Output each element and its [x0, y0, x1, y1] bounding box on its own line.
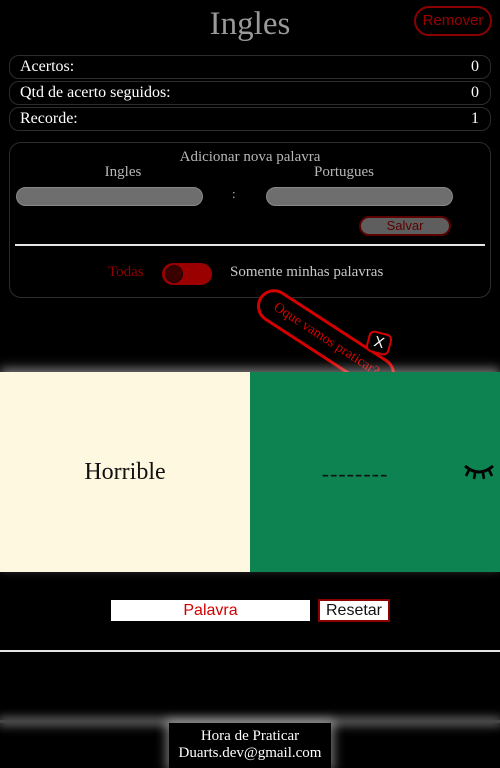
remove-button[interactable]: Remover	[414, 6, 492, 36]
stat-label: Qtd de acerto seguidos:	[20, 84, 171, 101]
stat-row-record: Recorde: 1	[9, 107, 491, 131]
portuguese-input[interactable]	[266, 187, 453, 206]
hidden-translation: --------	[321, 461, 389, 486]
filter-mine-label: Somente minhas palavras	[230, 264, 384, 280]
filter-all-label: Todas	[108, 264, 144, 280]
footer: Hora de Praticar Duarts.dev@gmail.com	[169, 723, 331, 768]
answer-input[interactable]: Palavra	[111, 600, 310, 621]
stat-value: 0	[471, 84, 479, 101]
footer-email[interactable]: Duarts.dev@gmail.com	[169, 745, 331, 762]
add-word-panel: Adicionar nova palavra Ingles Portugues …	[9, 142, 491, 298]
stat-label: Acertos:	[20, 58, 75, 75]
filter-toggle[interactable]	[162, 263, 212, 285]
stat-value: 1	[471, 110, 479, 127]
footer-title: Hora de Praticar	[200, 728, 300, 744]
portuguese-label: Portugues	[314, 164, 374, 180]
reset-button[interactable]: Resetar	[318, 599, 390, 622]
stat-value: 0	[471, 58, 479, 75]
divider	[15, 244, 485, 246]
translation-card: --------	[250, 372, 500, 572]
english-input[interactable]	[16, 187, 203, 206]
word-text: Horrible	[84, 459, 166, 485]
stat-row-hits: Acertos: 0	[9, 55, 491, 79]
english-label: Ingles	[104, 164, 142, 180]
stat-row-streak: Qtd de acerto seguidos: 0	[9, 81, 491, 105]
field-separator: :	[232, 186, 236, 201]
word-card: Horrible	[0, 372, 250, 572]
save-button[interactable]: Salvar	[359, 216, 451, 236]
eye-closed-icon[interactable]	[462, 460, 496, 482]
toggle-knob	[165, 265, 183, 283]
stat-label: Recorde:	[20, 110, 78, 127]
divider	[0, 650, 500, 652]
